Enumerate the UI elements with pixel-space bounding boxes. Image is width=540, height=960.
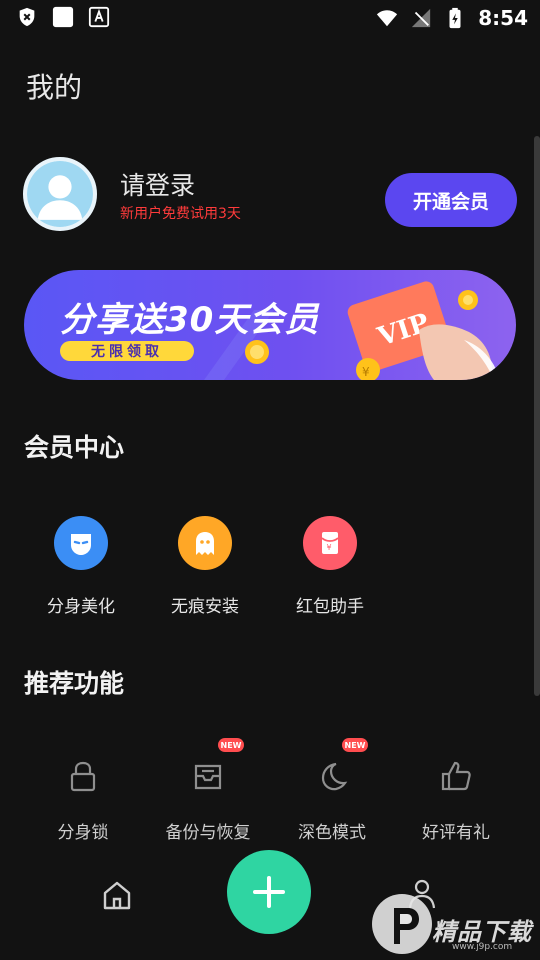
svg-text:¥: ¥ <box>362 365 370 379</box>
avatar[interactable] <box>23 157 97 231</box>
plus-icon <box>253 876 285 908</box>
ghost-icon <box>178 516 232 570</box>
share-promo-banner[interactable]: VIP ¥ 分享送30天会员 无限领取 <box>24 270 516 380</box>
new-badge: NEW <box>218 738 244 752</box>
lock-icon <box>63 756 103 796</box>
feature-red-envelope[interactable]: ¥ 红包助手 <box>280 516 380 617</box>
recommend-dark-mode[interactable]: NEW 深色模式 <box>277 738 387 843</box>
recommend-title: 推荐功能 <box>24 669 125 698</box>
feature-label: 分身美化 <box>47 597 115 617</box>
app-notification-icon <box>88 6 110 28</box>
login-prompt[interactable]: 请登录 <box>120 166 195 202</box>
feature-appearance[interactable]: 分身美化 <box>31 516 131 617</box>
moon-icon: NEW <box>312 738 368 796</box>
banner-title: 分享送30天会员 <box>60 300 320 340</box>
mask-icon <box>54 516 108 570</box>
red-envelope-icon: ¥ <box>303 516 357 570</box>
recommend-backup-restore[interactable]: NEW 备份与恢复 <box>153 738 263 843</box>
feature-label: 红包助手 <box>296 597 364 617</box>
page-title: 我的 <box>26 71 83 104</box>
default-user-icon <box>27 161 93 227</box>
trial-hint: 新用户免费试用3天 <box>120 206 241 222</box>
feature-traceless-install[interactable]: 无痕安装 <box>155 516 255 617</box>
scrollbar[interactable] <box>534 136 540 696</box>
backup-tray-icon: NEW <box>188 738 244 796</box>
thumbs-up-icon <box>436 756 476 796</box>
new-badge: NEW <box>342 738 368 752</box>
status-bar: 8:54 <box>0 0 540 36</box>
recommend-label: 分身锁 <box>57 823 109 843</box>
wifi-icon <box>377 10 398 27</box>
no-signal-icon <box>412 8 431 28</box>
home-icon[interactable] <box>100 878 134 912</box>
open-membership-button[interactable]: 开通会员 <box>385 173 517 227</box>
member-center-title: 会员中心 <box>24 433 125 462</box>
recommend-label: 深色模式 <box>298 823 366 843</box>
watermark-url: www.j9p.com <box>452 942 513 952</box>
battery-charging-icon <box>449 7 461 29</box>
svg-text:¥: ¥ <box>327 543 332 552</box>
recommend-app-lock[interactable]: 分身锁 <box>28 756 138 843</box>
feature-label: 无痕安装 <box>171 597 239 617</box>
add-app-button[interactable] <box>227 850 311 934</box>
recommend-rate-reward[interactable]: 好评有礼 <box>401 756 511 843</box>
banner-tag: 无限领取 <box>60 341 194 361</box>
shield-x-icon <box>19 7 35 27</box>
recommend-label: 备份与恢复 <box>165 823 251 843</box>
recommend-label: 好评有礼 <box>422 823 490 843</box>
square-notification-icon <box>52 6 74 28</box>
clock-time: 8:54 <box>478 6 528 30</box>
